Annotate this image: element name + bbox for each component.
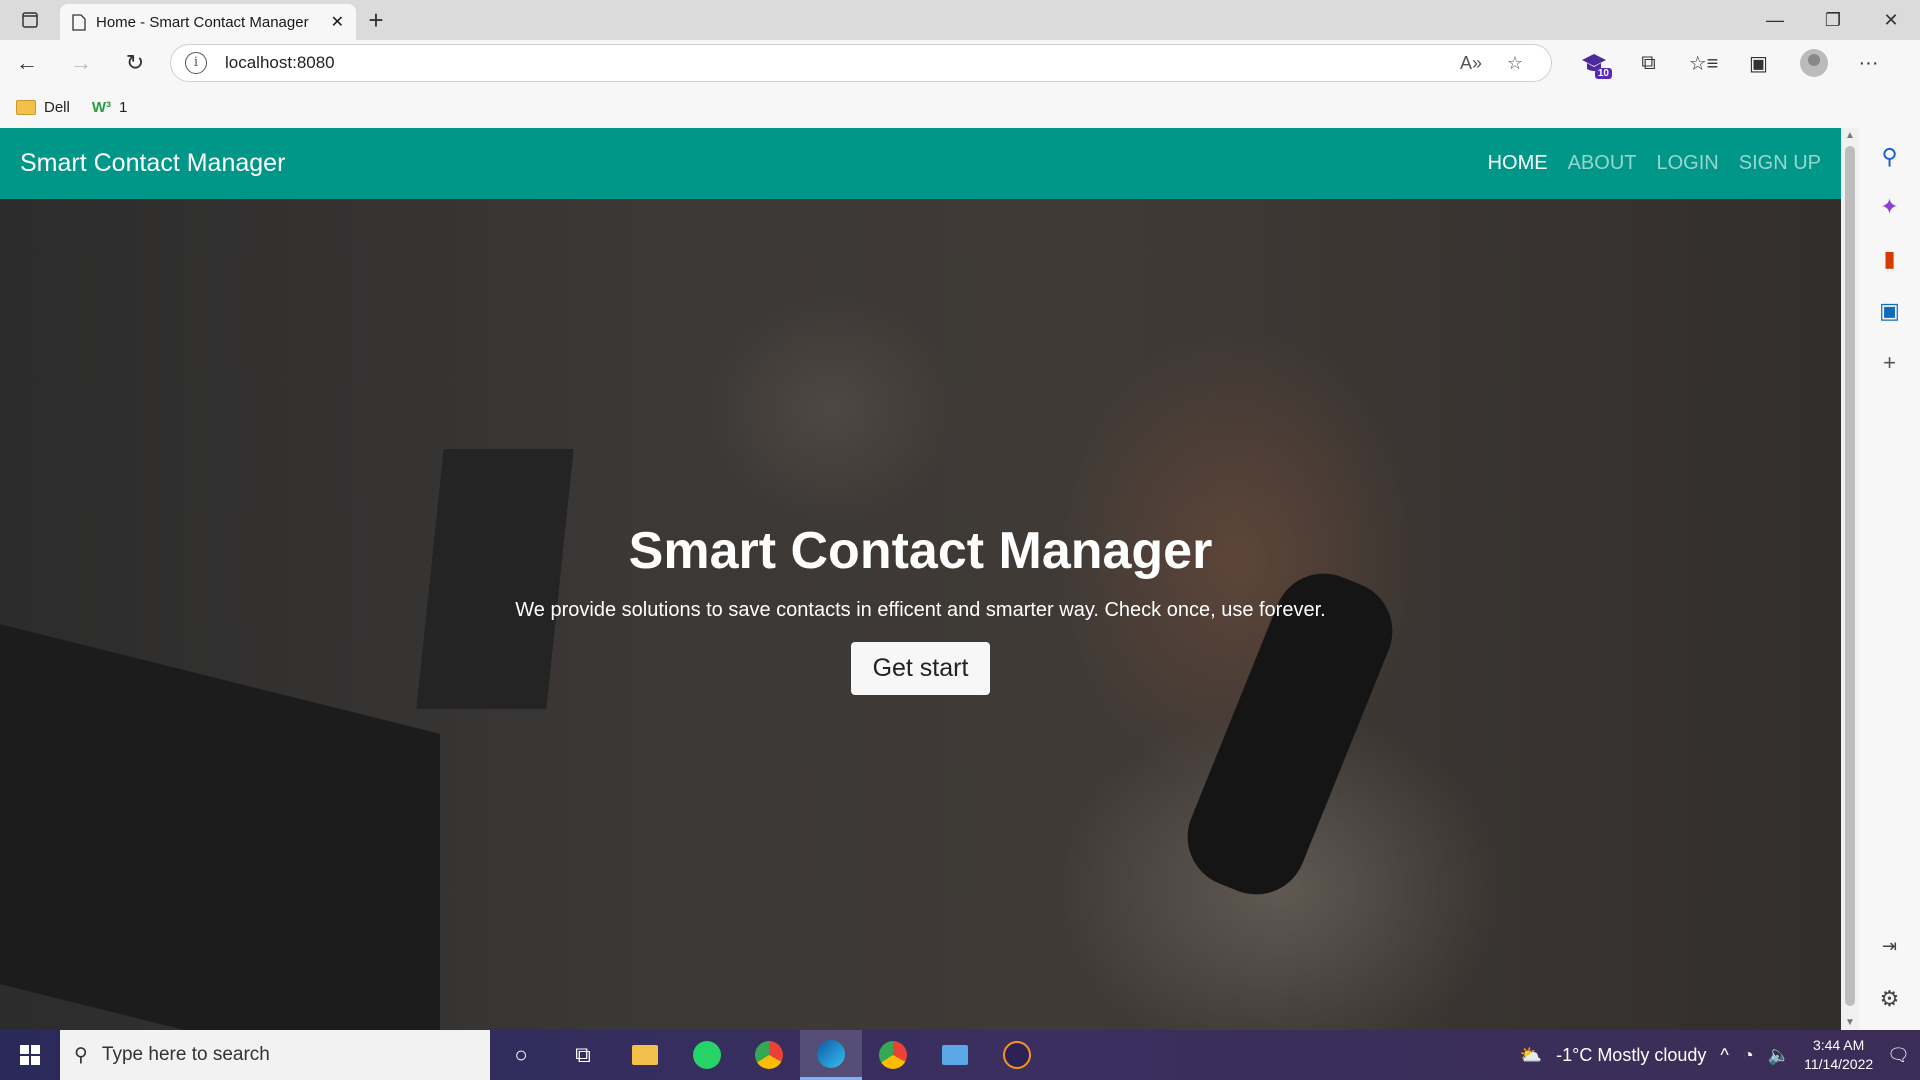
forward-button[interactable]: →: [54, 43, 108, 83]
site-navbar: Smart Contact Manager HOME ABOUT LOGIN S…: [0, 128, 1841, 199]
file-explorer-icon[interactable]: [614, 1030, 676, 1080]
extension-graduation-icon[interactable]: 10: [1566, 43, 1621, 83]
folder-icon: [16, 99, 36, 115]
url-text[interactable]: localhost:8080: [225, 53, 1449, 73]
scroll-thumb[interactable]: [1845, 146, 1855, 1006]
cortana-icon[interactable]: ○: [490, 1030, 552, 1080]
hero-banner: Smart Contact Manager We provide solutio…: [0, 199, 1841, 1030]
favorites-icon[interactable]: ☆≡: [1676, 43, 1731, 83]
get-start-button[interactable]: Get start: [850, 641, 991, 695]
taskbar-search[interactable]: ⚲ Type here to search: [60, 1030, 490, 1080]
whatsapp-icon[interactable]: [676, 1030, 738, 1080]
add-favorite-icon[interactable]: ☆: [1493, 53, 1537, 74]
nav-signup-link[interactable]: SIGN UP: [1739, 152, 1821, 175]
extensions-icon[interactable]: ⧉: [1621, 43, 1676, 83]
eclipse-icon[interactable]: [986, 1030, 1048, 1080]
nav-login-link[interactable]: LOGIN: [1657, 152, 1719, 175]
tab-actions-icon: [22, 12, 38, 28]
chevron-up-icon[interactable]: ^: [1720, 1045, 1728, 1066]
hero-subtitle: We provide solutions to save contacts in…: [515, 598, 1326, 621]
search-icon[interactable]: ⚲: [1859, 144, 1920, 170]
restore-button[interactable]: ❐: [1804, 0, 1862, 40]
nav-home-link[interactable]: HOME: [1488, 152, 1548, 175]
add-icon[interactable]: +: [1859, 350, 1920, 376]
back-button[interactable]: ←: [0, 43, 54, 83]
refresh-button[interactable]: ↻: [108, 43, 162, 83]
site-info-icon[interactable]: i: [185, 52, 207, 74]
clock[interactable]: 3:44 AM 11/14/2022: [1804, 1036, 1873, 1074]
favorite-w[interactable]: W³ 1: [92, 99, 128, 116]
favorite-dell[interactable]: Dell: [16, 99, 70, 116]
site-menu: HOME ABOUT LOGIN SIGN UP: [1488, 152, 1821, 175]
copilot-icon[interactable]: ✦: [1859, 194, 1920, 220]
close-tab-icon[interactable]: ✕: [331, 12, 344, 32]
w-logo-icon: W³: [91, 98, 111, 116]
volume-icon[interactable]: 🔈: [1768, 1045, 1790, 1066]
minimize-button[interactable]: —: [1746, 0, 1804, 40]
tab-bar: Home - Smart Contact Manager ✕ + — ❐ ✕: [0, 0, 1920, 40]
active-tab[interactable]: Home - Smart Contact Manager ✕: [60, 4, 356, 40]
start-button[interactable]: [0, 1030, 60, 1080]
extension-badge: 10: [1594, 68, 1612, 79]
windows-logo-icon: [20, 1045, 40, 1065]
profile-button[interactable]: [1786, 43, 1841, 83]
address-bar-row: ← → ↻ i localhost:8080 A» ☆ 10 ⧉ ☆≡ ▣ ··…: [0, 40, 1920, 86]
weather-icon[interactable]: ⛅: [1520, 1045, 1542, 1066]
page-viewport: Smart Contact Manager HOME ABOUT LOGIN S…: [0, 128, 1841, 1030]
page-scrollbar[interactable]: ▲ ▼: [1841, 128, 1859, 1030]
search-icon: ⚲: [74, 1044, 88, 1066]
office-icon[interactable]: ▮: [1859, 246, 1920, 272]
search-placeholder: Type here to search: [101, 1044, 270, 1065]
weather-text[interactable]: -1°C Mostly cloudy: [1556, 1045, 1706, 1066]
new-tab-button[interactable]: +: [356, 0, 396, 40]
clock-time: 3:44 AM: [1812, 1037, 1865, 1053]
task-view-icon[interactable]: ⧉: [552, 1030, 614, 1080]
more-menu-icon[interactable]: ···: [1841, 43, 1896, 83]
scroll-down-icon[interactable]: ▼: [1841, 1017, 1859, 1028]
network-icon[interactable]: ◔: [1743, 1045, 1754, 1066]
notification-icon[interactable]: 🗨: [1887, 1045, 1910, 1066]
scroll-up-icon[interactable]: ▲: [1841, 130, 1859, 141]
avatar: [1799, 49, 1828, 77]
read-aloud-icon[interactable]: A»: [1449, 53, 1493, 74]
settings-icon[interactable]: ⚙: [1859, 986, 1920, 1012]
collections-icon[interactable]: ▣: [1731, 43, 1786, 83]
edge-sidebar: ⚲ ✦ ▮ ▣ + ⇥ ⚙: [1859, 128, 1920, 1030]
close-window-button[interactable]: ✕: [1862, 0, 1920, 40]
address-bar[interactable]: i localhost:8080 A» ☆: [170, 44, 1552, 82]
clock-date: 11/14/2022: [1804, 1056, 1874, 1072]
chrome-icon[interactable]: [738, 1030, 800, 1080]
taskbar: ⚲ Type here to search ○ ⧉ ⛅ -1°C Mostly …: [0, 1030, 1920, 1080]
nav-about-link[interactable]: ABOUT: [1568, 152, 1637, 175]
edge-icon[interactable]: [800, 1030, 862, 1080]
hero-title: Smart Contact Manager: [628, 521, 1213, 580]
tab-actions-button[interactable]: [0, 0, 60, 40]
chrome-icon-2[interactable]: [862, 1030, 924, 1080]
control-panel-icon[interactable]: [924, 1030, 986, 1080]
favorite-label: 1: [119, 98, 128, 116]
hide-sidebar-icon[interactable]: ⇥: [1859, 936, 1920, 957]
favorite-label: Dell: [44, 98, 70, 116]
site-brand[interactable]: Smart Contact Manager: [20, 149, 285, 178]
page-icon: [72, 13, 86, 31]
favorites-bar: Dell W³ 1: [0, 86, 1920, 128]
outlook-icon[interactable]: ▣: [1859, 298, 1920, 324]
tab-title: Home - Smart Contact Manager: [96, 13, 309, 31]
